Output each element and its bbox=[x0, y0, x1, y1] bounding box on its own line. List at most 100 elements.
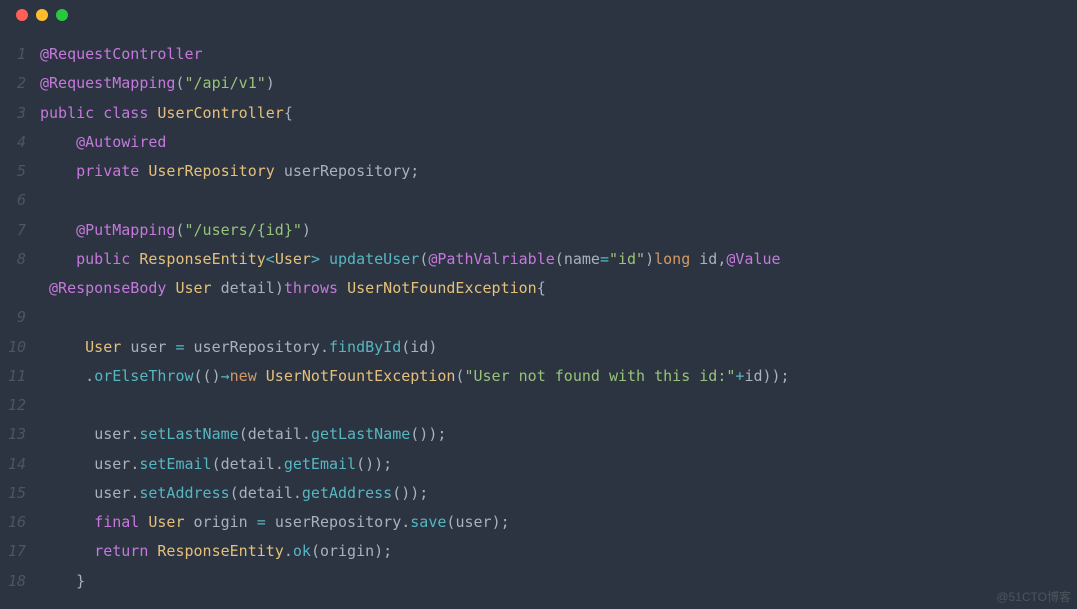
code-line: 1@RequestController bbox=[0, 40, 1077, 69]
token-op: > bbox=[311, 250, 320, 268]
token-ident: id bbox=[410, 338, 428, 356]
close-icon[interactable] bbox=[16, 9, 28, 21]
code-line: 5 private UserRepository userRepository; bbox=[0, 157, 1077, 186]
token-punct: ()); bbox=[410, 425, 446, 443]
token-ident: user bbox=[455, 513, 491, 531]
token-op: = bbox=[600, 250, 609, 268]
token-str: "id" bbox=[609, 250, 645, 268]
line-number: 11 bbox=[0, 362, 40, 391]
token-type: UserNotFountException bbox=[266, 367, 456, 385]
code-content: user.setEmail(detail.getEmail()); bbox=[40, 450, 392, 479]
token-fn: getAddress bbox=[302, 484, 392, 502]
code-content: @ResponseBody User detail)throws UserNot… bbox=[40, 274, 546, 303]
token-punct: . bbox=[130, 455, 139, 473]
token-ident: detail bbox=[248, 425, 302, 443]
code-content: @RequestMapping("/api/v1") bbox=[40, 69, 275, 98]
token-fn: setEmail bbox=[139, 455, 211, 473]
line-number: 7 bbox=[0, 216, 40, 245]
token-kw: public bbox=[40, 104, 94, 122]
line-number: 4 bbox=[0, 128, 40, 157]
token-punct bbox=[40, 455, 94, 473]
token-ident: detail bbox=[221, 279, 275, 297]
token-punct: ) bbox=[275, 279, 284, 297]
token-punct: )); bbox=[763, 367, 790, 385]
watermark: @51CTO博客 bbox=[996, 588, 1071, 605]
code-content: public class UserController{ bbox=[40, 99, 293, 128]
code-content: private UserRepository userRepository; bbox=[40, 157, 419, 186]
code-line: 4 @Autowired bbox=[0, 128, 1077, 157]
token-ann: @RequestMapping bbox=[40, 74, 175, 92]
token-ident: userRepository bbox=[284, 162, 410, 180]
token-punct bbox=[40, 162, 76, 180]
token-punct bbox=[40, 425, 94, 443]
token-punct: ( bbox=[239, 425, 248, 443]
token-punct: ; bbox=[410, 162, 419, 180]
token-punct bbox=[690, 250, 699, 268]
token-punct bbox=[185, 338, 194, 356]
token-ann: @Value bbox=[726, 250, 780, 268]
line-number: 12 bbox=[0, 391, 40, 420]
token-kw: public bbox=[76, 250, 130, 268]
code-content: final User origin = userRepository.save(… bbox=[40, 508, 510, 537]
code-line: 8 public ResponseEntity<User> updateUser… bbox=[0, 245, 1077, 274]
token-punct bbox=[40, 513, 94, 531]
token-punct bbox=[40, 338, 85, 356]
window-titlebar bbox=[0, 0, 1077, 30]
token-op: = bbox=[257, 513, 266, 531]
token-ident: id bbox=[744, 367, 762, 385]
token-punct: . bbox=[130, 425, 139, 443]
maximize-icon[interactable] bbox=[56, 9, 68, 21]
token-punct: (() bbox=[194, 367, 221, 385]
token-punct: ) bbox=[645, 250, 654, 268]
line-number: 9 bbox=[0, 303, 40, 332]
token-punct bbox=[275, 162, 284, 180]
token-fn: ok bbox=[293, 542, 311, 560]
code-content: user.setAddress(detail.getAddress()); bbox=[40, 479, 428, 508]
token-type: ResponseEntity bbox=[157, 542, 283, 560]
token-fn: setAddress bbox=[139, 484, 229, 502]
token-punct bbox=[121, 338, 130, 356]
token-punct: . bbox=[130, 484, 139, 502]
token-ident: detail bbox=[221, 455, 275, 473]
token-punct: ()); bbox=[356, 455, 392, 473]
code-editor[interactable]: 1@RequestController2@RequestMapping("/ap… bbox=[0, 30, 1077, 596]
token-punct bbox=[212, 279, 221, 297]
token-punct bbox=[257, 367, 266, 385]
code-line: 14 user.setEmail(detail.getEmail()); bbox=[0, 450, 1077, 479]
code-line: 9 bbox=[0, 303, 1077, 332]
token-ident: id bbox=[699, 250, 717, 268]
code-content: .orElseThrow(()→new UserNotFountExceptio… bbox=[40, 362, 790, 391]
token-kw: class bbox=[103, 104, 148, 122]
token-ident: origin bbox=[194, 513, 248, 531]
code-line: 7 @PutMapping("/users/{id}") bbox=[0, 216, 1077, 245]
token-type: User bbox=[148, 513, 184, 531]
token-ann: @PathValriable bbox=[428, 250, 554, 268]
token-ident: userRepository bbox=[275, 513, 401, 531]
code-content: User user = userRepository.findById(id) bbox=[40, 333, 437, 362]
token-punct: . bbox=[40, 367, 94, 385]
token-punct bbox=[40, 279, 49, 297]
line-number: 15 bbox=[0, 479, 40, 508]
code-line: 16 final User origin = userRepository.sa… bbox=[0, 508, 1077, 537]
code-content: user.setLastName(detail.getLastName()); bbox=[40, 420, 446, 449]
line-number: 17 bbox=[0, 537, 40, 566]
code-line: 2@RequestMapping("/api/v1") bbox=[0, 69, 1077, 98]
token-punct: ()); bbox=[392, 484, 428, 502]
code-content: } bbox=[40, 567, 85, 596]
line-number: 10 bbox=[0, 333, 40, 362]
token-punct: ( bbox=[230, 484, 239, 502]
code-content: @PutMapping("/users/{id}") bbox=[40, 216, 311, 245]
minimize-icon[interactable] bbox=[36, 9, 48, 21]
line-number: 5 bbox=[0, 157, 40, 186]
token-punct: . bbox=[320, 338, 329, 356]
token-op: < bbox=[266, 250, 275, 268]
token-ident: origin bbox=[320, 542, 374, 560]
token-punct: ) bbox=[266, 74, 275, 92]
token-punct bbox=[94, 104, 103, 122]
token-str: "User not found with this id:" bbox=[464, 367, 735, 385]
token-type: UserNotFoundException bbox=[347, 279, 537, 297]
token-kw: private bbox=[76, 162, 139, 180]
token-punct: ); bbox=[492, 513, 510, 531]
token-ident: detail bbox=[239, 484, 293, 502]
token-type: UserController bbox=[157, 104, 283, 122]
